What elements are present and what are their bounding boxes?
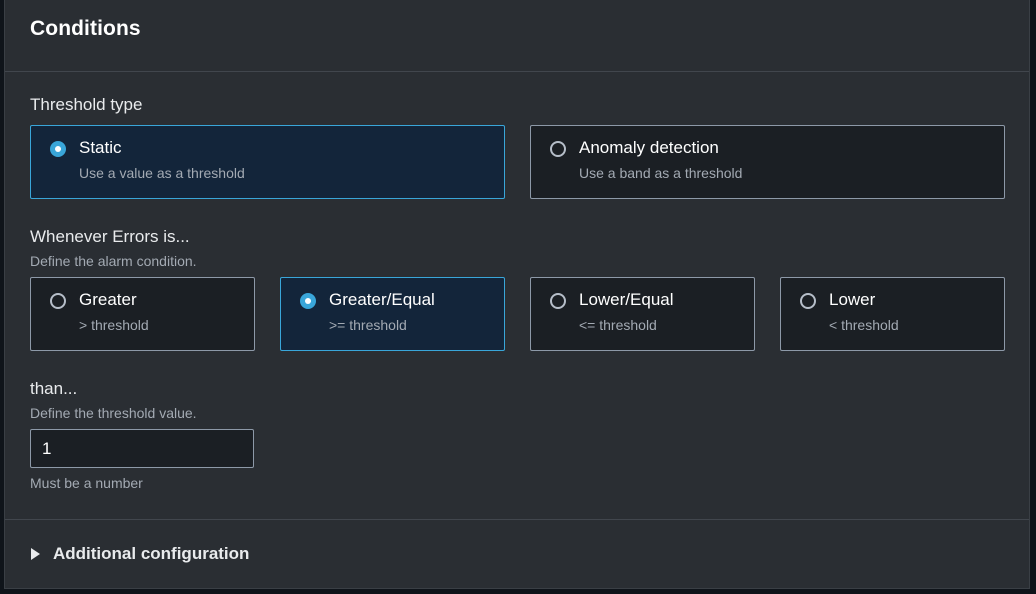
condition-lower-tile[interactable]: Lower < threshold (780, 277, 1005, 351)
condition-description: Define the alarm condition. (30, 253, 197, 269)
tile-subtitle: < threshold (829, 317, 899, 333)
tile-subtitle: > threshold (79, 317, 149, 333)
tile-subtitle: >= threshold (329, 317, 407, 333)
threshold-value-input[interactable] (30, 429, 254, 468)
additional-configuration-expander[interactable]: Additional configuration (31, 541, 249, 567)
threshold-type-static-tile[interactable]: Static Use a value as a threshold (30, 125, 505, 199)
threshold-value-description: Define the threshold value. (30, 405, 197, 421)
panel-header: Conditions (5, 0, 1029, 72)
condition-greater-equal-tile[interactable]: Greater/Equal >= threshold (280, 277, 505, 351)
tile-title: Anomaly detection (579, 138, 719, 157)
radio-unselected-icon[interactable] (550, 293, 566, 309)
tile-title: Static (79, 138, 122, 157)
radio-unselected-icon[interactable] (550, 141, 566, 157)
tile-title: Lower (829, 290, 876, 309)
threshold-value-label: than... (30, 379, 78, 398)
tile-subtitle: Use a band as a threshold (579, 165, 743, 181)
page-title: Conditions (30, 17, 141, 40)
section-divider (5, 519, 1029, 520)
threshold-type-label: Threshold type (30, 95, 143, 114)
condition-greater-tile[interactable]: Greater > threshold (30, 277, 255, 351)
conditions-panel: Conditions Threshold type Static Use a v… (4, 0, 1030, 589)
tile-subtitle: <= threshold (579, 317, 657, 333)
radio-selected-icon[interactable] (50, 141, 66, 157)
condition-label: Whenever Errors is... (30, 227, 190, 246)
threshold-value-hint: Must be a number (30, 475, 143, 491)
caret-right-icon (31, 548, 40, 560)
radio-unselected-icon[interactable] (800, 293, 816, 309)
additional-configuration-label: Additional configuration (53, 544, 250, 563)
tile-title: Greater/Equal (329, 290, 435, 309)
tile-title: Greater (79, 290, 137, 309)
tile-title: Lower/Equal (579, 290, 674, 309)
tile-subtitle: Use a value as a threshold (79, 165, 245, 181)
radio-selected-icon[interactable] (300, 293, 316, 309)
condition-lower-equal-tile[interactable]: Lower/Equal <= threshold (530, 277, 755, 351)
radio-unselected-icon[interactable] (50, 293, 66, 309)
threshold-type-anomaly-tile[interactable]: Anomaly detection Use a band as a thresh… (530, 125, 1005, 199)
